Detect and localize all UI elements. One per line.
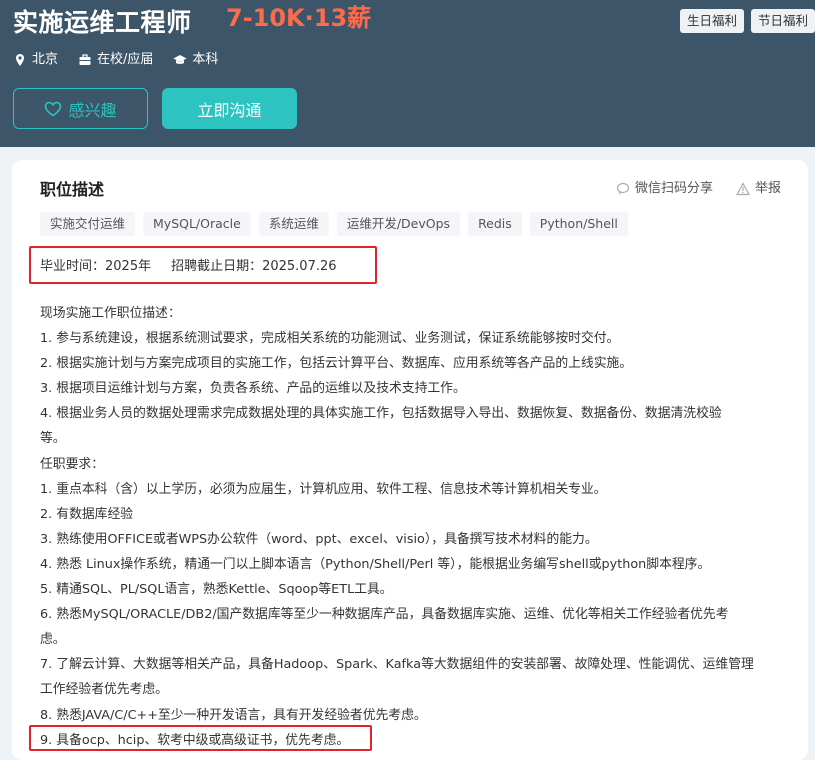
job-meta-row: 北京 在校/应届 本科 [13,50,238,70]
description-line: 现场实施工作职位描述： [40,306,181,321]
description-line: 7. 了解云计算、大数据等相关产品，具备Hadoop、Spark、Kafka等大… [40,657,754,673]
skill-tag[interactable]: Redis [468,212,522,236]
graduation-year: 毕业时间：2025年 [40,259,152,274]
skill-tag[interactable]: Python/Shell [529,212,628,236]
description-line: 等。 [40,431,66,447]
salary: 7-10K·13薪 [226,4,372,32]
heart-icon [44,101,62,117]
description-line: 2. 有数据库经验 [40,506,134,522]
description-line: 5. 精通SQL、PL/SQL语言，熟悉Kettle、Sqoop等ETL工具。 [40,582,393,598]
graduation-cap-icon [173,53,187,67]
report-label: 举报 [755,181,782,196]
meta-location-label: 北京 [32,52,59,67]
briefcase-icon [78,53,92,67]
description-line: 任职要求： [40,456,104,472]
job-header: 实施运维工程师 7-10K·13薪 生日福利 节日福利 北京 在校/应届 本科 … [0,0,815,147]
description-line: 8. 熟悉JAVA/C/C++至少一种开发语言，具有开发经验者优先考虑。 [40,707,427,723]
meta-degree-label: 本科 [192,52,219,67]
welfare-tag-birthday: 生日福利 [680,9,745,33]
description-line: 工作经验者优先考虑。 [40,682,168,698]
meta-experience: 在校/应届 [78,50,153,70]
description-line: 4. 熟悉 Linux操作系统，精通一门以上脚本语言（Python/Shell/… [40,556,711,572]
description-line: 2. 根据实施计划与方案完成项目的实施工作，包括云计算平台、数据库、应用系统等各… [40,356,633,372]
application-deadline: 招聘截止日期：2025.07.26 [171,259,337,274]
description-line: 3. 熟练使用OFFICE或者WPS办公软件（word、ppt、excel、vi… [40,531,598,547]
description-line: 6. 熟悉MySQL/ORACLE/DB2/国产数据库等至少一种数据库产品，具备… [40,607,729,623]
report-link[interactable]: 举报 [735,180,782,198]
chat-bubble-icon [616,182,630,196]
description-line: 1. 重点本科（含）以上学历，必须为应届生，计算机应用、软件工程、信息技术等计算… [40,481,607,497]
description-line: 1. 参与系统建设，根据系统测试要求，完成相关系统的功能测试、业务测试，保证系统… [40,331,620,347]
job-title: 实施运维工程师 [13,8,192,37]
skill-tag[interactable]: 运维开发/DevOps [336,212,461,236]
job-description-text: 现场实施工作职位描述： 1. 参与系统建设，根据系统测试要求，完成相关系统的功能… [40,301,790,753]
skill-tag[interactable]: 实施交付运维 [40,212,136,236]
welfare-tag-holiday: 节日福利 [751,9,815,33]
interest-button[interactable]: 感兴趣 [13,88,148,129]
description-line: 3. 根据项目运维计划与方案，负责各系统、产品的运维以及技术支持工作。 [40,381,466,397]
interest-button-label: 感兴趣 [68,100,117,120]
description-line: 4. 根据业务人员的数据处理需求完成数据处理的具体实施工作，包括数据导入导出、数… [40,406,722,422]
meta-location: 北京 [13,50,58,70]
skill-tags: 实施交付运维 MySQL/Oracle 系统运维 运维开发/DevOps Red… [40,212,636,236]
skill-tag[interactable]: 系统运维 [258,212,329,236]
graduation-info: 毕业时间：2025年 招聘截止日期：2025.07.26 [40,258,337,276]
description-line: 虑。 [40,632,66,648]
wechat-share-label: 微信扫码分享 [635,181,714,196]
warning-triangle-icon [735,182,751,196]
meta-degree: 本科 [173,50,218,70]
section-title: 职位描述 [40,180,105,199]
location-pin-icon [13,53,27,67]
certificate-highlight-box [29,725,372,751]
wechat-share-link[interactable]: 微信扫码分享 [616,180,713,198]
job-description-card: 职位描述 微信扫码分享 举报 实施交付运维 MySQL/Oracle 系统运维 … [12,160,808,760]
skill-tag[interactable]: MySQL/Oracle [143,212,251,236]
chat-now-button[interactable]: 立即沟通 [162,88,297,129]
meta-experience-label: 在校/应届 [97,52,154,67]
